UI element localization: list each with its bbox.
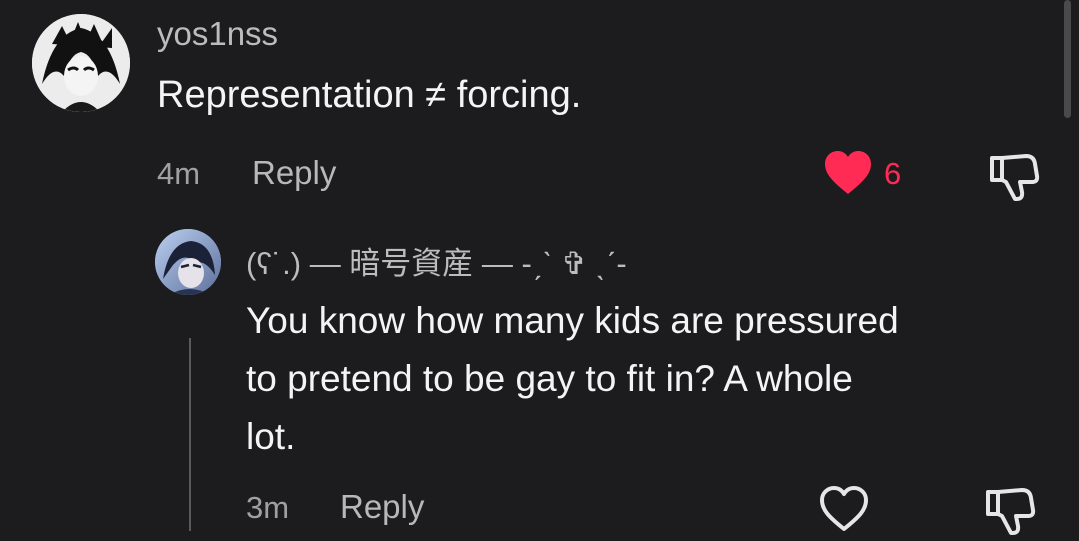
reply-username[interactable]: (ʕ˙.) — 暗号資産 — -ˏˋ ✞ ˎˊ- [246, 238, 627, 283]
heart-outline-icon [820, 486, 868, 531]
like-button[interactable] [819, 486, 869, 532]
thumbs-down-icon [986, 488, 1036, 535]
reply-text-line: lot. [246, 416, 296, 457]
reply-timestamp: 3m [246, 490, 290, 525]
like-button[interactable] [823, 150, 873, 196]
comment-text: Representation ≠ forcing. [157, 74, 582, 116]
reply-text-line: to pretend to be gay to fit in? A whole [246, 358, 853, 399]
dislike-button[interactable] [988, 150, 1040, 202]
thread-line [189, 338, 191, 531]
scrollbar[interactable] [1064, 0, 1071, 118]
dislike-button[interactable] [984, 484, 1036, 536]
avatar[interactable] [155, 229, 221, 295]
comment-timestamp: 4m [157, 156, 201, 191]
thumbs-down-icon [990, 154, 1040, 201]
reply-text: You know how many kids are pressured to … [246, 292, 899, 466]
reply-text-line: You know how many kids are pressured [246, 300, 899, 341]
reply-button[interactable]: Reply [252, 154, 336, 192]
heart-icon [825, 151, 871, 194]
like-count: 6 [884, 156, 902, 191]
reply-button[interactable]: Reply [340, 488, 424, 526]
comment-username[interactable]: yos1nss [157, 15, 278, 53]
avatar[interactable] [32, 14, 130, 112]
